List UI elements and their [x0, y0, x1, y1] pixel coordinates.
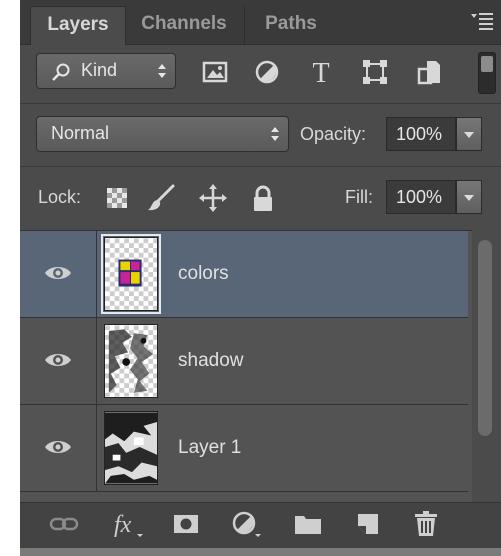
svg-text:T: T [312, 58, 329, 87]
divider [20, 103, 501, 104]
filter-kind-label: Kind [81, 60, 118, 80]
panel-menu-icon[interactable] [469, 10, 495, 32]
fill-input[interactable]: 100% [386, 180, 456, 214]
visibility-cell[interactable] [20, 405, 97, 491]
new-layer-icon[interactable] [352, 508, 384, 540]
layer-thumbnail [104, 324, 158, 398]
delete-layer-trash-icon[interactable] [410, 508, 442, 540]
layer-thumbnail [104, 411, 158, 485]
add-layer-mask-icon[interactable] [170, 508, 202, 540]
eye-icon[interactable] [44, 350, 72, 370]
lock-all-padlock-icon[interactable] [248, 183, 278, 213]
svg-text:fx: fx [114, 512, 132, 538]
blend-mode-label: Normal [51, 123, 110, 143]
lock-label: Lock: [38, 187, 82, 207]
fill-dropdown-button[interactable] [456, 180, 482, 214]
tab-channels[interactable]: Channels [126, 6, 242, 44]
new-group-folder-icon[interactable] [292, 508, 324, 540]
filter-kind-select[interactable]: Kind [36, 53, 176, 89]
layers-list: colors shadow Layer 1 [20, 230, 501, 503]
adjustment-filter-icon[interactable] [252, 57, 282, 87]
divider [20, 166, 501, 167]
fill-label: Fill: [345, 187, 373, 207]
lock-transparent-pixels-icon[interactable] [102, 183, 132, 213]
layer-name: shadow [178, 350, 244, 371]
background-strip [20, 548, 501, 556]
search-icon [52, 63, 70, 81]
image-filter-icon[interactable] [200, 57, 230, 87]
shape-filter-icon[interactable] [360, 57, 390, 87]
layers-panel: Layers Channels Paths Kind T Normal Opac… [20, 0, 501, 556]
blend-mode-select[interactable]: Normal [36, 116, 289, 152]
opacity-label: Opacity: [300, 124, 367, 144]
visibility-cell[interactable] [20, 231, 97, 317]
new-adjustment-layer-icon[interactable] [230, 508, 262, 540]
link-layers-icon[interactable] [48, 508, 80, 540]
layer-name: Layer 1 [178, 437, 242, 458]
lock-position-move-icon[interactable] [198, 183, 228, 213]
eye-icon[interactable] [44, 263, 72, 283]
opacity-input[interactable]: 100% [386, 117, 456, 151]
eye-icon[interactable] [44, 437, 72, 457]
scrollbar-thumb[interactable] [478, 240, 492, 436]
layer-thumbnail [101, 234, 161, 314]
layer-row[interactable]: Layer 1 [20, 405, 468, 492]
smart-object-filter-icon[interactable] [414, 57, 444, 87]
chevron-updown-icon [158, 64, 166, 78]
opacity-dropdown-button[interactable] [456, 117, 482, 151]
layer-row[interactable]: colors [20, 231, 468, 318]
lock-image-pixels-brush-icon[interactable] [146, 183, 176, 213]
layer-name: colors [178, 263, 229, 284]
type-filter-icon[interactable]: T [306, 57, 336, 87]
layer-row[interactable]: shadow [20, 318, 468, 405]
filter-toggle-switch[interactable] [478, 52, 496, 94]
panel-tab-bar: Layers Channels Paths [20, 0, 501, 45]
visibility-cell[interactable] [20, 318, 97, 404]
chevron-updown-icon [271, 127, 279, 141]
fx-layer-style-icon[interactable]: fx [112, 508, 144, 540]
tab-paths[interactable]: Paths [244, 6, 337, 44]
tab-layers[interactable]: Layers [30, 6, 126, 45]
